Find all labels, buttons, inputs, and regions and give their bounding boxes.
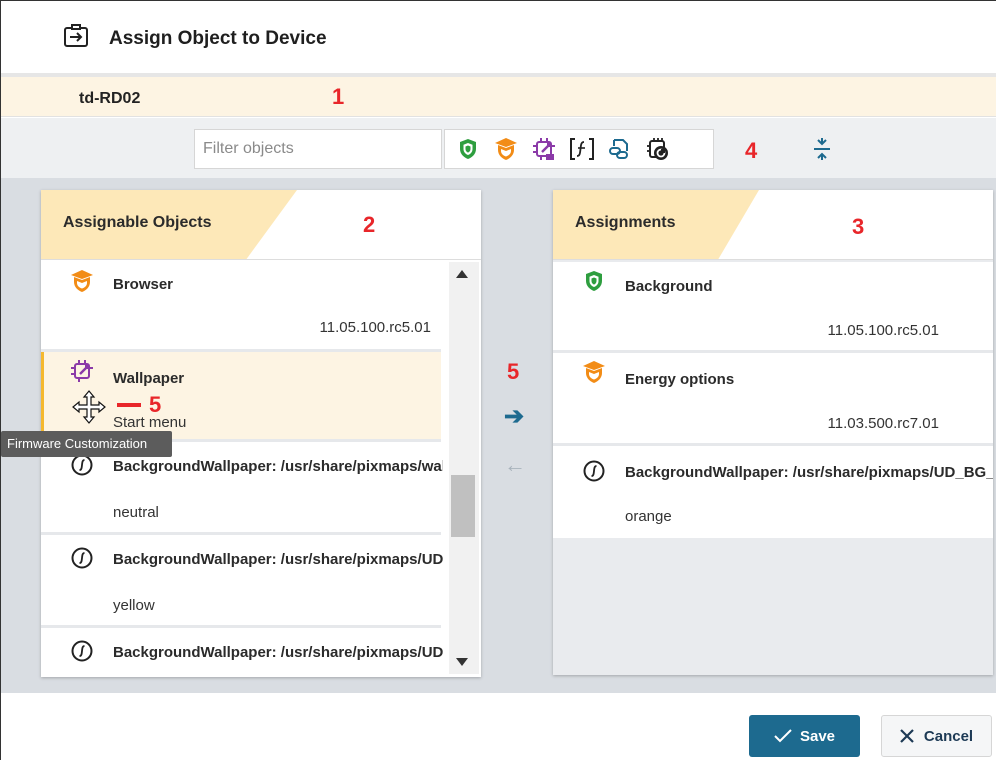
template-key-icon xyxy=(69,545,95,571)
graduation-cap-shield-icon xyxy=(495,138,517,160)
template-key-icon xyxy=(581,458,607,484)
check-icon xyxy=(774,729,792,743)
collapse-button[interactable] xyxy=(807,136,837,162)
filter-bar: 4 xyxy=(1,118,996,178)
list-item[interactable]: BackgroundWallpaper: /usr/share/pixmaps/… xyxy=(553,446,993,538)
assignments-list: Background 11.05.100.rc5.01 Energy optio… xyxy=(553,262,993,538)
item-name: BackgroundWallpaper: /usr/share/pixmaps/… xyxy=(113,644,443,661)
move-cursor-icon xyxy=(72,390,106,424)
item-name: Energy options xyxy=(625,371,735,388)
close-icon xyxy=(900,729,914,743)
item-name: Wallpaper xyxy=(113,370,185,387)
file-link-icon xyxy=(609,139,628,159)
dialog-header: Assign Object to Device xyxy=(1,1,996,73)
template-key-filter-button[interactable] xyxy=(565,133,599,165)
save-button[interactable]: Save xyxy=(749,715,860,757)
tooltip: Firmware Customization xyxy=(1,431,172,457)
list-item[interactable]: Energy options 11.03.500.rc7.01 xyxy=(553,353,993,446)
cancel-button-label: Cancel xyxy=(923,727,974,745)
assignable-scrollbar[interactable] xyxy=(449,262,479,674)
scroll-thumb[interactable] xyxy=(451,475,475,537)
assign-arrow-right-icon[interactable]: ➔ xyxy=(504,402,524,431)
callout-2: 2 xyxy=(363,212,376,237)
item-version: 11.05.100.rc5.01 xyxy=(827,322,939,339)
dialog-title: Assign Object to Device xyxy=(109,28,327,49)
shield-icon xyxy=(460,139,476,159)
callout-5-drag: 5 xyxy=(149,392,162,417)
dialog-footer: Save Cancel xyxy=(1,693,996,760)
device-row: td-RD02 1 xyxy=(1,77,996,117)
assignable-objects-title: Assignable Objects xyxy=(63,214,212,231)
bracket-function-icon xyxy=(570,138,594,160)
scroll-up-arrow-icon[interactable] xyxy=(456,270,468,278)
scroll-down-arrow-icon[interactable] xyxy=(456,658,468,666)
callout-1: 1 xyxy=(332,84,345,109)
item-subtitle: orange xyxy=(625,508,672,525)
list-item[interactable]: Background 11.05.100.rc5.01 xyxy=(553,262,993,353)
priority-profile-filter-button[interactable] xyxy=(489,133,523,165)
dialog: Assign Object to Device td-RD02 1 Filter… xyxy=(0,0,996,760)
list-item[interactable]: BackgroundWallpaper: /usr/share/pixmaps/… xyxy=(41,535,443,628)
assignable-objects-header: Assignable Objects 2 xyxy=(41,190,481,260)
firmware-customization-icon xyxy=(69,358,95,384)
assignments-panel: Assignments 3 Background 11.05.100.rc5.0… xyxy=(553,190,993,675)
firmware-customization-filter-button[interactable] xyxy=(527,133,561,165)
assignments-title: Assignments xyxy=(575,214,676,231)
callout-4: 4 xyxy=(745,138,758,163)
priority-profile-icon xyxy=(69,268,95,294)
item-name: Background xyxy=(625,278,713,295)
list-item[interactable]: BackgroundWallpaper: /usr/share/pixmaps/… xyxy=(41,628,443,674)
app-refresh-icon xyxy=(647,138,668,160)
callout-dash xyxy=(117,403,141,407)
item-version: 11.05.100.rc5.01 xyxy=(319,319,431,336)
callout-3: 3 xyxy=(852,214,865,239)
item-name: BackgroundWallpaper: /usr/share/pixmaps/… xyxy=(625,464,993,481)
cancel-button[interactable]: Cancel xyxy=(881,715,992,757)
profile-filter-button[interactable] xyxy=(451,133,485,165)
profile-icon xyxy=(581,268,607,294)
template-key-icon xyxy=(69,638,95,664)
asset-filter-button[interactable] xyxy=(603,133,637,165)
item-version: 11.03.500.rc7.01 xyxy=(827,415,939,432)
item-name: BackgroundWallpaper: /usr/share/pixmaps/… xyxy=(113,458,443,475)
unassign-arrow-left-icon[interactable]: ← xyxy=(504,452,526,478)
item-name: Browser xyxy=(113,276,174,293)
filter-objects-input[interactable] xyxy=(194,129,442,169)
item-name: BackgroundWallpaper: /usr/share/pixmaps/… xyxy=(113,551,443,568)
assign-arrow-icon xyxy=(64,24,88,47)
item-subtitle: neutral xyxy=(113,504,159,521)
save-button-label: Save xyxy=(799,727,836,745)
list-item[interactable]: Browser 11.05.100.rc5.01 xyxy=(41,262,441,352)
chip-icon xyxy=(533,138,555,160)
callout-5-arrows: 5 xyxy=(507,359,520,384)
item-subtitle: yellow xyxy=(113,597,155,614)
app-filter-button[interactable] xyxy=(641,133,675,165)
assignable-objects-list: Browser 11.05.100.rc5.01 Wallpaper Start… xyxy=(41,262,443,674)
device-name: td-RD02 xyxy=(79,90,141,107)
priority-profile-icon xyxy=(581,359,607,385)
object-type-filter xyxy=(444,129,714,169)
collapse-vertical-icon xyxy=(814,138,830,160)
assignments-header: Assignments 3 xyxy=(553,190,993,260)
